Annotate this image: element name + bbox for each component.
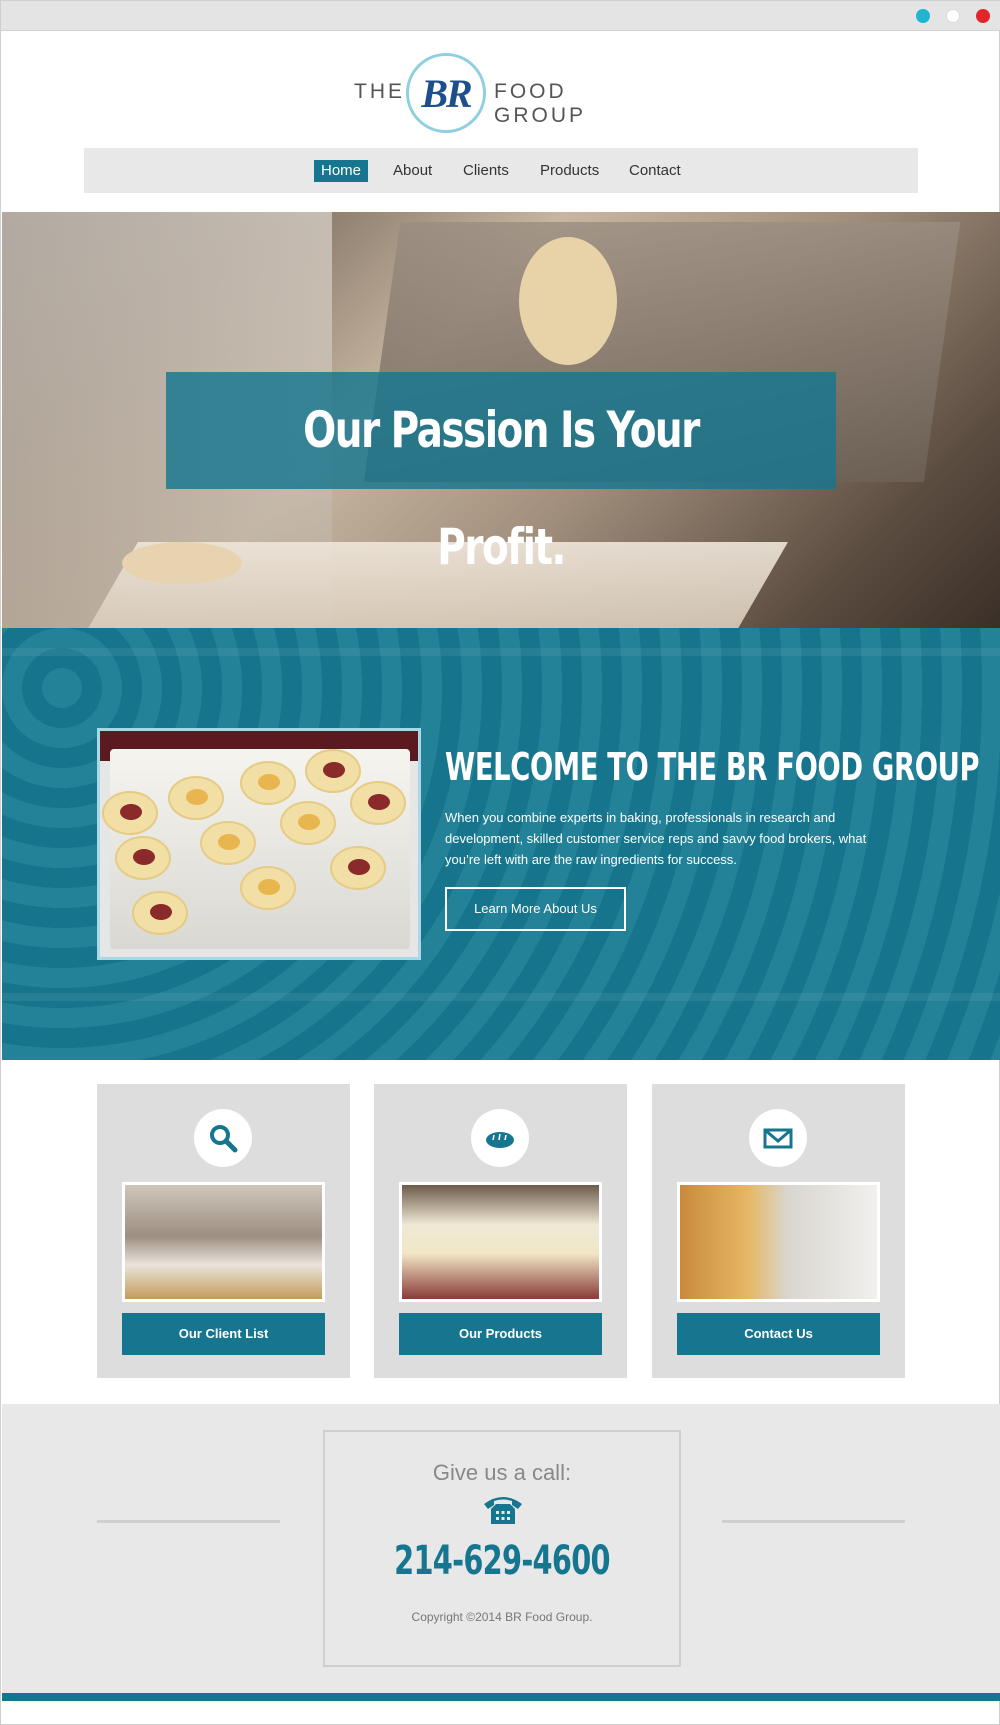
footer-accent-bar — [2, 1693, 1000, 1701]
logo-text-left: THE — [354, 80, 405, 103]
feature-cards: Our Client List Our Products Contact Us — [1, 1084, 1000, 1380]
browser-window: THE BR FOOD GROUP Home About Clients Pro… — [0, 0, 1000, 1725]
nav-item-products[interactable]: Products — [533, 160, 606, 182]
card-photo-thermometer — [677, 1182, 880, 1302]
pastry — [240, 761, 296, 805]
window-titlebar — [1, 1, 1000, 31]
logo-monogram-circle: BR — [406, 53, 486, 133]
card-photo-bakery-workers — [122, 1182, 325, 1302]
pastry — [280, 801, 336, 845]
telephone-icon — [482, 1492, 524, 1531]
hero-headline: Our Passion Is Your Profit. — [303, 401, 700, 576]
window-control-red[interactable] — [976, 9, 990, 23]
pastry — [168, 776, 224, 820]
nav-item-clients[interactable]: Clients — [456, 160, 516, 182]
search-icon — [194, 1109, 252, 1167]
pastry — [200, 821, 256, 865]
nav-item-contact[interactable]: Contact — [622, 160, 688, 182]
footer: Give us a call: 214-629-4600 Copyright ©… — [2, 1404, 1000, 1695]
footer-call-box: Give us a call: 214-629-4600 Copyright ©… — [323, 1430, 681, 1667]
pastry — [132, 891, 188, 935]
welcome-body: When you combine experts in baking, prof… — [445, 810, 867, 867]
card-photo-pastries-tray — [399, 1182, 602, 1302]
pastry — [102, 791, 158, 835]
window-control-white[interactable] — [946, 9, 960, 23]
products-button[interactable]: Our Products — [399, 1313, 602, 1355]
pastry — [350, 781, 406, 825]
nav-item-about[interactable]: About — [386, 160, 439, 182]
site-logo[interactable]: THE BR FOOD GROUP — [354, 53, 649, 133]
welcome-heading: WELCOME TO THE BR FOOD GROUP — [445, 745, 980, 789]
main-nav: Home About Clients Products Contact — [84, 148, 918, 193]
card-products: Our Products — [374, 1084, 627, 1378]
card-contact: Contact Us — [652, 1084, 905, 1378]
pastry — [330, 846, 386, 890]
envelope-icon — [749, 1109, 807, 1167]
pastry — [305, 749, 361, 793]
pastry — [240, 866, 296, 910]
welcome-photo-pastries — [97, 728, 421, 960]
nav-item-home[interactable]: Home — [314, 160, 369, 182]
footer-divider-right — [722, 1520, 905, 1523]
welcome-section: WELCOME TO THE BR FOOD GROUP When you co… — [2, 628, 1000, 1060]
logo-monogram: BR — [421, 71, 472, 116]
footer-divider-left — [97, 1520, 280, 1523]
copyright-text: Copyright ©2014 BR Food Group. — [411, 1610, 593, 1624]
client-list-button[interactable]: Our Client List — [122, 1313, 325, 1355]
call-label: Give us a call: — [432, 1460, 572, 1485]
hero-headline-box: Our Passion Is Your Profit. — [166, 372, 836, 576]
welcome-stripe — [2, 648, 1000, 656]
phone-number[interactable]: 214-629-4600 — [375, 1538, 630, 1584]
hero-photo-dough-small — [122, 542, 242, 584]
card-clients: Our Client List — [97, 1084, 350, 1378]
logo-text-right: FOOD GROUP — [494, 80, 587, 127]
hero-photo-dough — [519, 237, 617, 365]
learn-more-button[interactable]: Learn More About Us — [445, 887, 626, 931]
window-control-cyan[interactable] — [916, 9, 930, 23]
contact-us-button[interactable]: Contact Us — [677, 1313, 880, 1355]
welcome-stripe — [2, 993, 1000, 1001]
pastry — [115, 836, 171, 880]
bread-icon — [471, 1109, 529, 1167]
hero-banner: Our Passion Is Your Profit. — [2, 212, 1000, 628]
